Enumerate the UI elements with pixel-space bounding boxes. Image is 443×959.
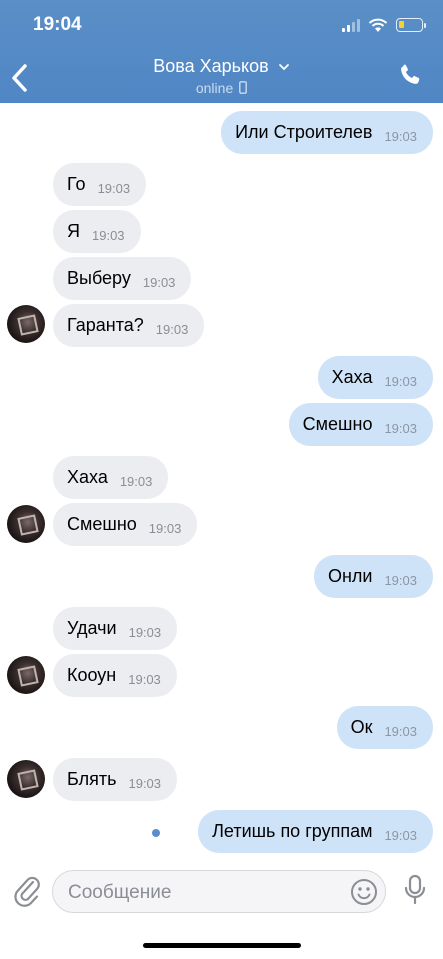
signal-icon xyxy=(342,18,360,32)
message-bubble-incoming[interactable]: Блять 19:03 xyxy=(53,758,178,801)
message-bubble-incoming[interactable]: Выберу 19:03 xyxy=(53,257,192,300)
wifi-icon xyxy=(368,18,388,32)
paperclip-icon[interactable] xyxy=(13,873,41,907)
microphone-icon[interactable] xyxy=(403,874,427,906)
message-time: 19:03 xyxy=(384,421,417,436)
message-text: Смешно xyxy=(67,514,137,534)
message-time: 19:03 xyxy=(384,374,417,389)
message-text: Удачи xyxy=(67,618,117,638)
avatar[interactable] xyxy=(7,505,45,543)
message-time: 19:03 xyxy=(155,322,189,337)
message-time: 19:03 xyxy=(128,776,162,791)
message-bubble-outgoing[interactable]: Летишь по группам 19:03 xyxy=(198,810,433,853)
emoji-icon[interactable] xyxy=(350,878,378,906)
message-text: Смешно xyxy=(302,414,373,434)
message-bubble-outgoing[interactable]: Или Строителев 19:03 xyxy=(221,111,433,154)
message-bubble-incoming[interactable]: Кооун 19:03 xyxy=(53,654,177,697)
message-text: Го xyxy=(67,174,86,194)
message-time: 19:03 xyxy=(92,228,125,243)
message-time: 19:03 xyxy=(128,672,161,687)
contact-status: online xyxy=(0,80,443,96)
unread-indicator xyxy=(152,829,160,837)
phone-icon[interactable] xyxy=(397,62,423,88)
avatar[interactable] xyxy=(7,656,45,694)
message-time: 19:03 xyxy=(384,573,417,588)
message-time: 19:03 xyxy=(119,474,153,489)
mobile-icon xyxy=(239,81,248,94)
message-text: Кооун xyxy=(67,665,117,685)
message-text: Хаха xyxy=(331,367,373,387)
message-text: Гаранта? xyxy=(67,315,144,335)
message-time: 19:03 xyxy=(142,275,176,290)
battery-icon xyxy=(396,18,426,32)
chevron-down-icon xyxy=(278,63,289,71)
message-text: Онли xyxy=(327,566,373,586)
message-bubble-incoming[interactable]: Удачи 19:03 xyxy=(53,607,178,650)
message-bubble-incoming[interactable]: Го 19:03 xyxy=(53,163,147,206)
message-bubble-outgoing[interactable]: Онли 19:03 xyxy=(313,555,433,598)
message-list[interactable]: Или Строителев 19:03 Го 19:03 Я 19:03 Вы… xyxy=(0,103,443,863)
status-time: 19:04 xyxy=(33,14,82,35)
message-time: 19:03 xyxy=(128,625,162,640)
message-bubble-incoming[interactable]: Смешно 19:03 xyxy=(53,503,198,546)
message-composer: Сообщение xyxy=(0,863,443,959)
message-bubble-incoming[interactable]: Я 19:03 xyxy=(53,210,141,253)
message-text: Ок xyxy=(350,717,373,737)
message-text: Выберу xyxy=(67,268,131,288)
message-time: 19:03 xyxy=(384,724,417,739)
message-text: Хаха xyxy=(67,467,108,487)
message-text: Или Строителев xyxy=(235,122,373,142)
message-time: 19:03 xyxy=(148,521,182,536)
contact-name: Вова Харьков xyxy=(153,56,269,76)
message-bubble-outgoing[interactable]: Хаха 19:03 xyxy=(317,356,433,399)
message-bubble-incoming[interactable]: Гаранта? 19:03 xyxy=(53,304,205,347)
status-icons xyxy=(342,15,426,35)
contact-title[interactable]: Вова Харьков xyxy=(0,56,443,77)
chat-header: 19:04 Вова Харьков online xyxy=(0,0,443,103)
home-indicator[interactable] xyxy=(143,943,301,948)
message-input[interactable]: Сообщение xyxy=(52,870,386,913)
message-bubble-outgoing[interactable]: Смешно 19:03 xyxy=(288,403,433,446)
message-text: Я xyxy=(67,221,80,241)
message-time: 19:03 xyxy=(384,828,417,843)
message-bubble-outgoing[interactable]: Ок 19:03 xyxy=(336,706,433,749)
message-input-placeholder: Сообщение xyxy=(68,882,172,903)
message-time: 19:03 xyxy=(97,181,131,196)
message-text: Летишь по группам xyxy=(212,821,373,841)
message-time: 19:03 xyxy=(384,129,417,144)
message-text: Блять xyxy=(67,769,117,789)
message-bubble-incoming[interactable]: Хаха 19:03 xyxy=(53,456,169,499)
avatar[interactable] xyxy=(7,760,45,798)
online-status: online xyxy=(195,80,234,96)
avatar[interactable] xyxy=(7,305,45,343)
